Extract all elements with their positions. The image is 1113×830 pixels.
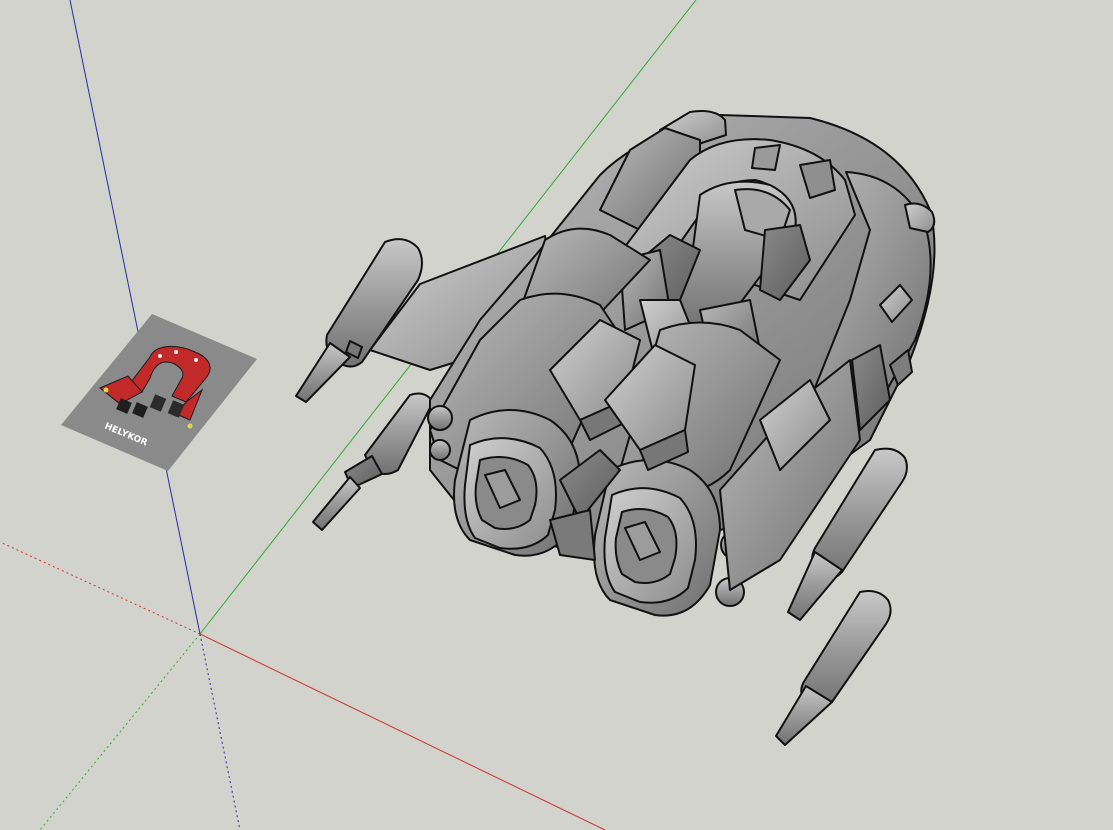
spaceship-model[interactable]: [295, 110, 936, 746]
left-side-cannon: [312, 392, 434, 531]
blue-axis-dotted: [199, 633, 241, 830]
red-axis-dotted: [0, 541, 201, 635]
reference-card: [61, 314, 257, 471]
reference-image[interactable]: HELYKOR: [61, 314, 257, 471]
blue-axis-solid: [69, 0, 201, 635]
green-axis-dotted: [39, 633, 201, 830]
red-axis-solid: [199, 633, 606, 830]
3d-viewport[interactable]: HELYKOR: [0, 0, 1113, 830]
